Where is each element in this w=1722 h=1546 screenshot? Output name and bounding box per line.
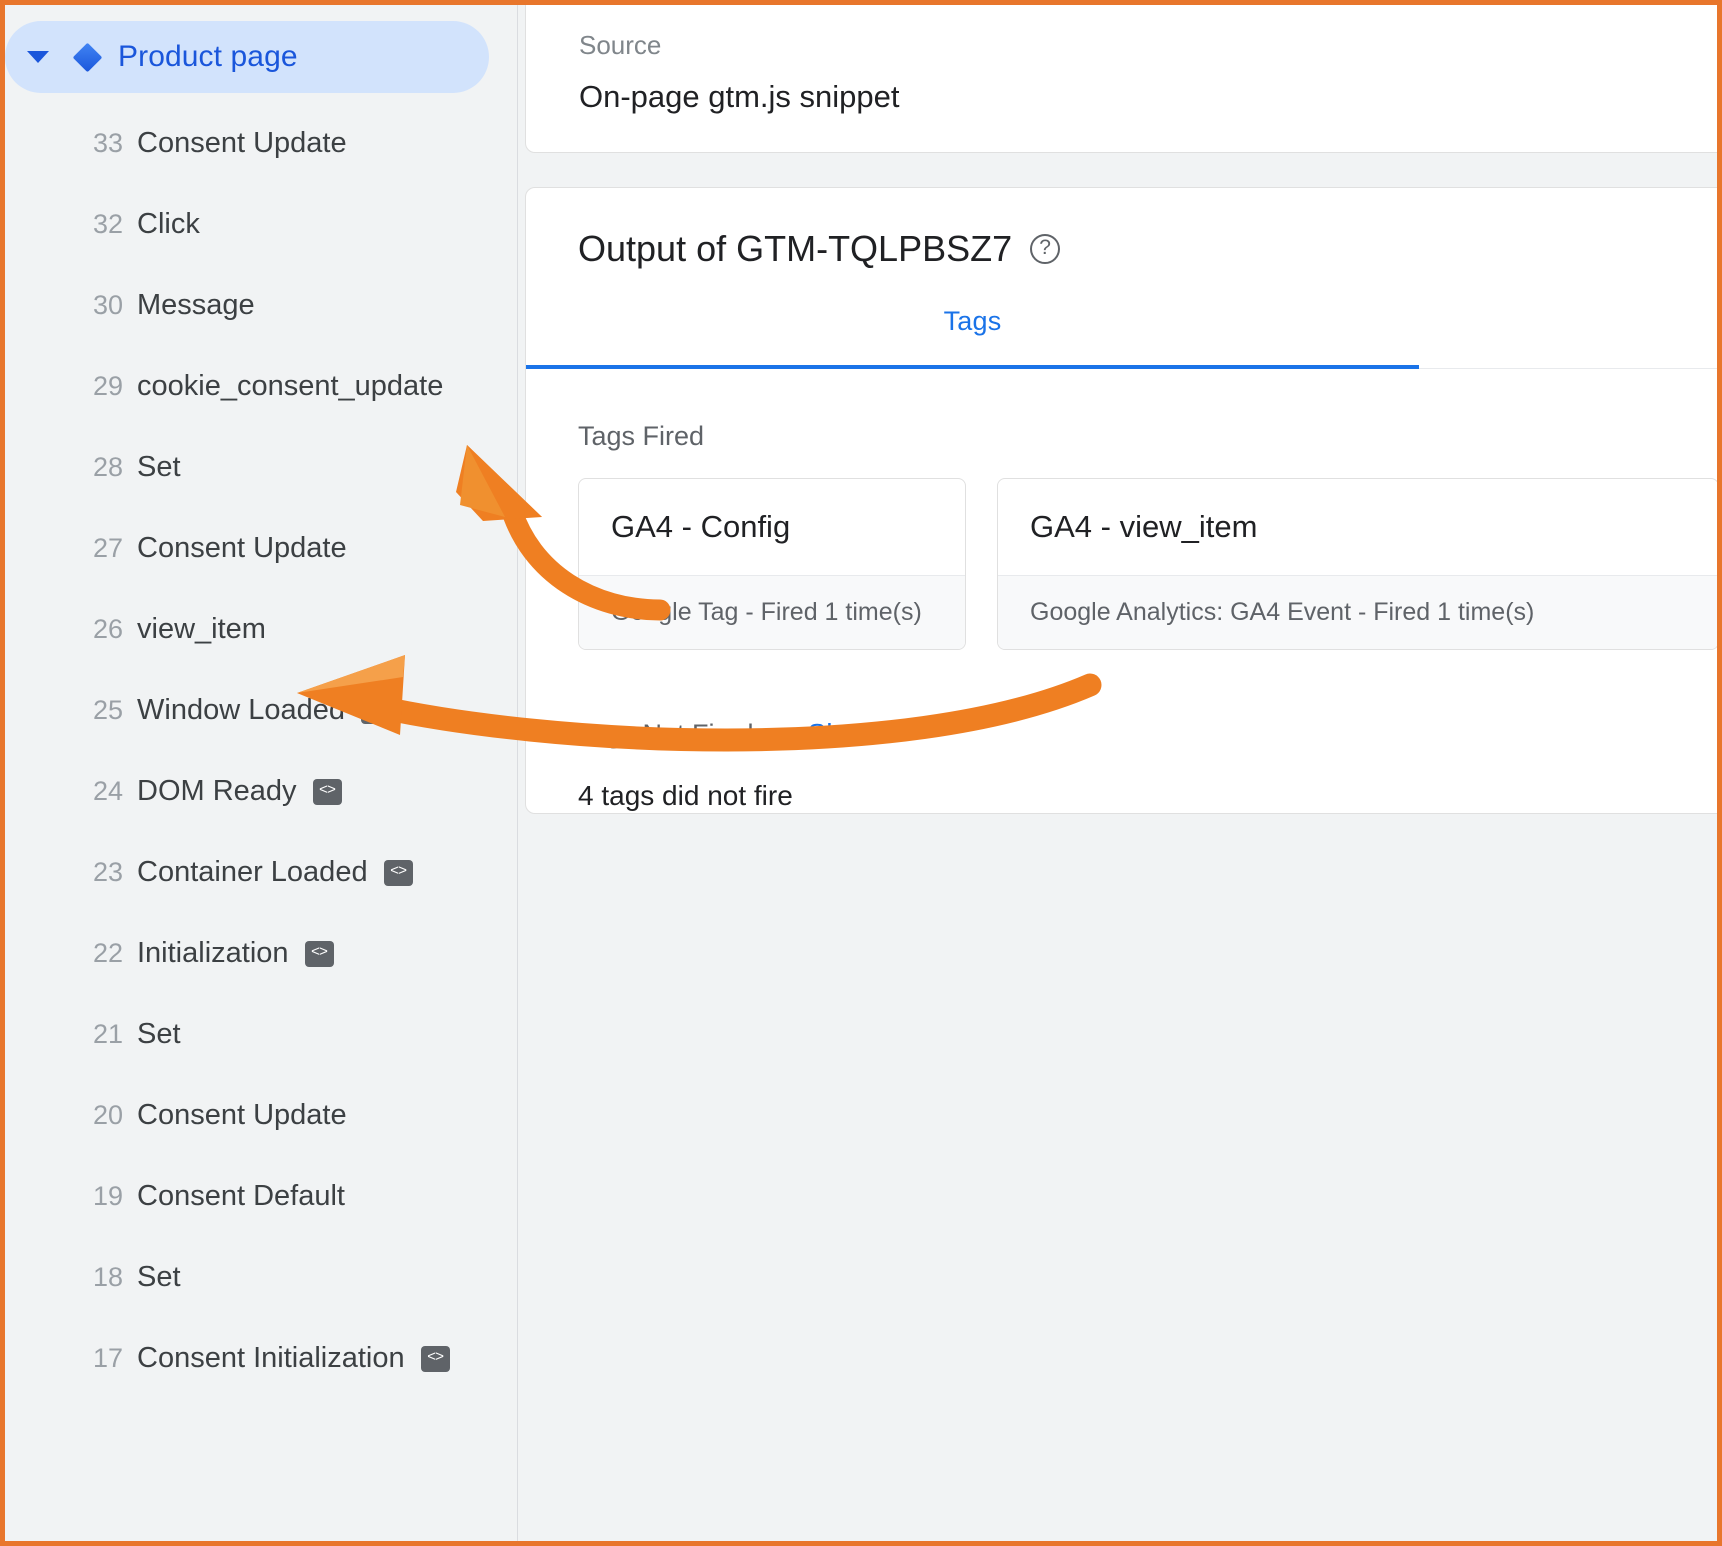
diamond-icon [73,42,103,72]
event-label: DOM Ready [137,775,297,808]
show-tags-not-fired-link[interactable]: Show [808,718,878,750]
event-list-item[interactable]: 28 Set [5,427,517,508]
event-list-item[interactable]: 29 cookie_consent_update [5,346,517,427]
event-index: 29 [75,371,123,402]
sidebar-group-product-page[interactable]: Product page [5,21,489,93]
tags-not-fired-label: Tags Not Fired [578,719,754,750]
event-index: 24 [75,776,123,807]
code-icon: <> [305,941,334,967]
source-label: Source [579,30,1717,61]
event-label: view_item [137,613,266,646]
event-sidebar: Product page 33 Consent Update 32 Click 30 Me… [5,5,518,1541]
sidebar-group-label: Product page [118,40,298,74]
event-index: 33 [75,128,123,159]
event-list-item[interactable]: 24 DOM Ready <> [5,751,517,832]
output-card: Output of GTM-TQLPBSZ7 ? Tags Tags Fired… [525,187,1717,814]
event-label: Set [137,1261,181,1294]
event-index: 30 [75,290,123,321]
event-index: 27 [75,533,123,564]
tag-card-name: GA4 - Config [579,479,965,575]
tag-card-meta: Google Tag - Fired 1 time(s) [579,575,965,649]
tag-card-meta: Google Analytics: GA4 Event - Fired 1 ti… [998,575,1717,649]
event-index: 21 [75,1019,123,1050]
tag-card[interactable]: GA4 - Config Google Tag - Fired 1 time(s… [578,478,966,650]
tag-card[interactable]: GA4 - view_item Google Analytics: GA4 Ev… [997,478,1717,650]
event-index: 26 [75,614,123,645]
event-list-item[interactable]: 22 Initialization <> [5,913,517,994]
event-label: Initialization [137,937,289,970]
event-index: 22 [75,938,123,969]
event-list-item[interactable]: 23 Container Loaded <> [5,832,517,913]
event-list-item[interactable]: 19 Consent Default [5,1156,517,1237]
event-index: 19 [75,1181,123,1212]
code-icon: <> [361,698,390,724]
event-index: 32 [75,209,123,240]
event-list-item[interactable]: 26 view_item [5,589,517,670]
event-label: cookie_consent_update [137,370,443,403]
source-value: On-page gtm.js snippet [579,79,1717,115]
event-list-item[interactable]: 25 Window Loaded <> [5,670,517,751]
event-list-item[interactable]: 27 Consent Update [5,508,517,589]
tab-tags-label: Tags [944,306,1002,337]
event-label: Consent Default [137,1180,345,1213]
event-index: 17 [75,1343,123,1374]
tab-active-indicator [526,365,1419,369]
help-circle-icon[interactable]: ? [1030,234,1060,264]
event-index: 18 [75,1262,123,1293]
event-index: 20 [75,1100,123,1131]
tags-fired-label: Tags Fired [578,421,1717,452]
event-list-item[interactable]: 18 Set [5,1237,517,1318]
event-label: Consent Update [137,532,347,565]
tab-tags[interactable]: Tags [526,306,1419,369]
code-icon: <> [313,779,342,805]
tags-not-fired-header: Tags Not Fired Show [578,718,1717,750]
tab-bar: Tags [526,306,1717,369]
gtm-preview-window: Product page 33 Consent Update 32 Click 30 Me… [0,0,1722,1546]
event-list-item[interactable]: 20 Consent Update [5,1075,517,1156]
tag-card-name: GA4 - view_item [998,479,1717,575]
event-list-item[interactable]: 30 Message [5,265,517,346]
event-list-item[interactable]: 17 Consent Initialization <> [5,1318,517,1399]
event-list-item[interactable]: 33 Consent Update [5,103,517,184]
event-label: Set [137,1018,181,1051]
tags-not-fired-count: 4 tags did not fire [578,780,1717,812]
source-card: Source On-page gtm.js snippet [525,5,1717,153]
event-label: Container Loaded [137,856,368,889]
output-header: Output of GTM-TQLPBSZ7 ? [526,188,1717,270]
event-index: 28 [75,452,123,483]
page-title: Output of GTM-TQLPBSZ7 [578,228,1012,270]
event-list: 33 Consent Update 32 Click 30 Message 29 cookie… [5,103,517,1399]
event-label: Click [137,208,200,241]
code-icon: <> [384,860,413,886]
event-index: 23 [75,857,123,888]
event-label: Consent Initialization [137,1342,405,1375]
code-icon: <> [421,1346,450,1372]
event-list-item[interactable]: 32 Click [5,184,517,265]
event-label: Consent Update [137,1099,347,1132]
detail-pane: Source On-page gtm.js snippet Output of … [519,5,1717,1541]
event-label: Consent Update [137,127,347,160]
event-label: Set [137,451,181,484]
chevron-down-icon[interactable] [27,51,49,63]
tags-fired-list: GA4 - Config Google Tag - Fired 1 time(s… [578,478,1717,650]
event-label: Window Loaded [137,694,345,727]
event-index: 25 [75,695,123,726]
event-label: Message [137,289,255,322]
event-list-item[interactable]: 21 Set [5,994,517,1075]
